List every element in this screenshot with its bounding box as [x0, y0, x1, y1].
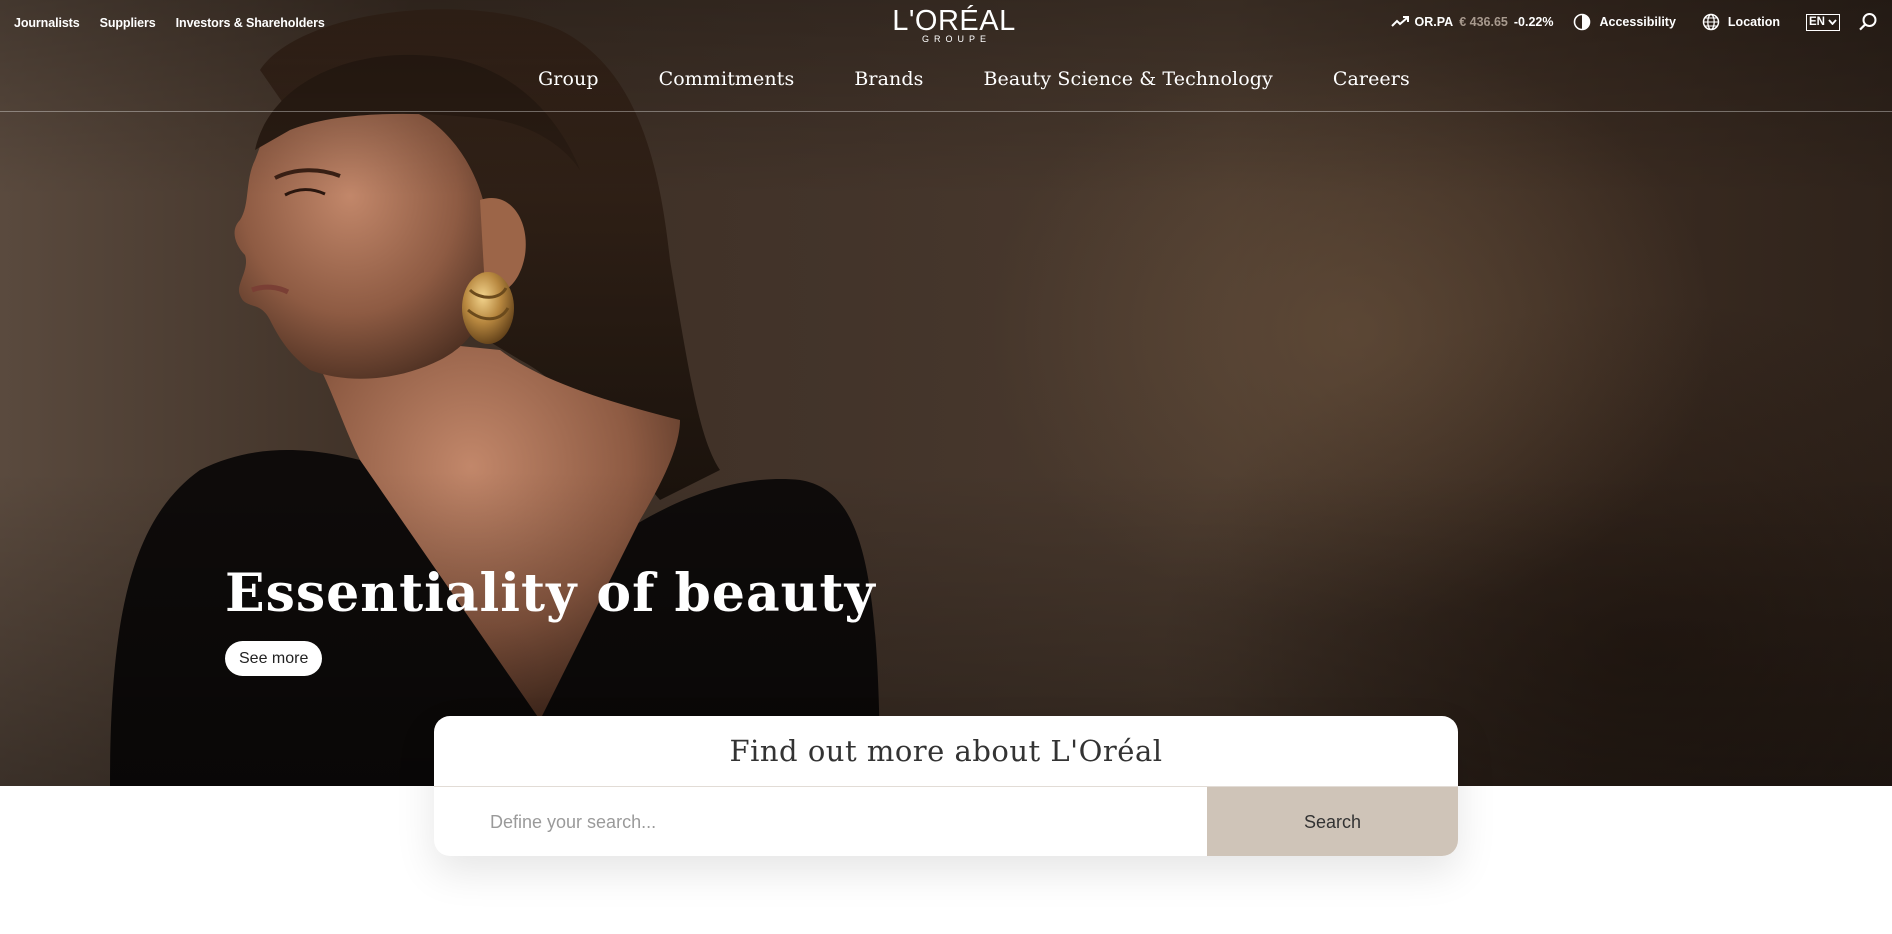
- chevron-down-icon: [1828, 19, 1837, 25]
- accessibility-label: Accessibility: [1599, 15, 1676, 29]
- contrast-icon: [1573, 13, 1591, 31]
- main-navigation: Group Commitments Brands Beauty Science …: [0, 60, 1892, 112]
- suppliers-link[interactable]: Suppliers: [100, 16, 156, 30]
- hero-title: Essentiality of beauty: [225, 563, 876, 624]
- nav-item-beauty-science[interactable]: Beauty Science & Technology: [983, 68, 1272, 90]
- location-button[interactable]: Location: [1702, 13, 1780, 31]
- globe-icon: [1702, 13, 1720, 31]
- search-row: Define your search... Search: [434, 786, 1458, 856]
- journalists-link[interactable]: Journalists: [14, 16, 80, 30]
- location-label: Location: [1727, 15, 1781, 29]
- nav-item-brands[interactable]: Brands: [854, 68, 923, 90]
- logo-wordmark: L'ORÉAL: [892, 5, 1016, 37]
- investors-link[interactable]: Investors & Shareholders: [176, 16, 325, 30]
- search-card-title: Find out more about L'Oréal: [729, 734, 1163, 768]
- search-input[interactable]: Define your search...: [434, 787, 1207, 856]
- search-card: Find out more about L'Oréal Define your …: [434, 716, 1458, 856]
- utility-bar: Journalists Suppliers Investors & Shareh…: [0, 0, 1892, 46]
- nav-item-careers[interactable]: Careers: [1333, 68, 1410, 90]
- utility-right: OR.PA € 436.65 -0.22% Accessibility Loca…: [1390, 12, 1878, 32]
- accessibility-button[interactable]: Accessibility: [1573, 13, 1676, 31]
- language-select[interactable]: EN: [1806, 13, 1840, 31]
- stock-ticker[interactable]: OR.PA € 436.65 -0.22%: [1390, 15, 1554, 29]
- nav-item-commitments[interactable]: Commitments: [659, 68, 795, 90]
- search-icon[interactable]: [1858, 12, 1878, 32]
- trend-up-icon: [1390, 16, 1409, 28]
- search-button[interactable]: Search: [1207, 787, 1458, 856]
- language-value: EN: [1809, 15, 1825, 28]
- stock-price: € 436.65: [1459, 15, 1508, 29]
- utility-links: Journalists Suppliers Investors & Shareh…: [14, 16, 325, 30]
- stock-change: -0.22%: [1513, 15, 1554, 29]
- nav-item-group[interactable]: Group: [538, 68, 599, 90]
- loreal-logo[interactable]: L'ORÉAL GROUPE: [884, 6, 1024, 44]
- nav-divider: [0, 111, 1892, 112]
- stock-symbol: OR.PA: [1414, 15, 1454, 29]
- see-more-button[interactable]: See more: [225, 641, 323, 676]
